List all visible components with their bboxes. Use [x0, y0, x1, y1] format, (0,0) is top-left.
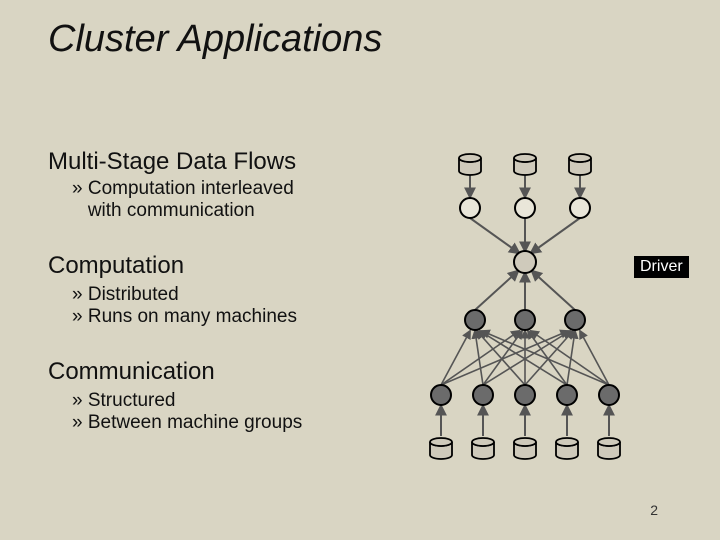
section-heading-communication: Communication [48, 358, 215, 386]
bullet-communication-1: » Between machine groups [72, 412, 302, 434]
slide-title: Cluster Applications [48, 18, 382, 61]
bullet-communication-0: » Structured [72, 390, 176, 412]
driver-label: Driver [634, 256, 689, 278]
bullet-dataflows-0: » Computation interleaved with communica… [72, 178, 294, 222]
db-icon [459, 154, 591, 175]
section-heading-computation: Computation [48, 252, 184, 280]
bullet-computation-1: » Runs on many machines [72, 306, 297, 328]
section-heading-dataflows: Multi-Stage Data Flows [48, 148, 296, 176]
page-number: 2 [650, 502, 658, 518]
bullet-computation-0: » Distributed [72, 284, 179, 306]
db-icon [430, 438, 620, 459]
dataflow-diagram [415, 150, 635, 470]
